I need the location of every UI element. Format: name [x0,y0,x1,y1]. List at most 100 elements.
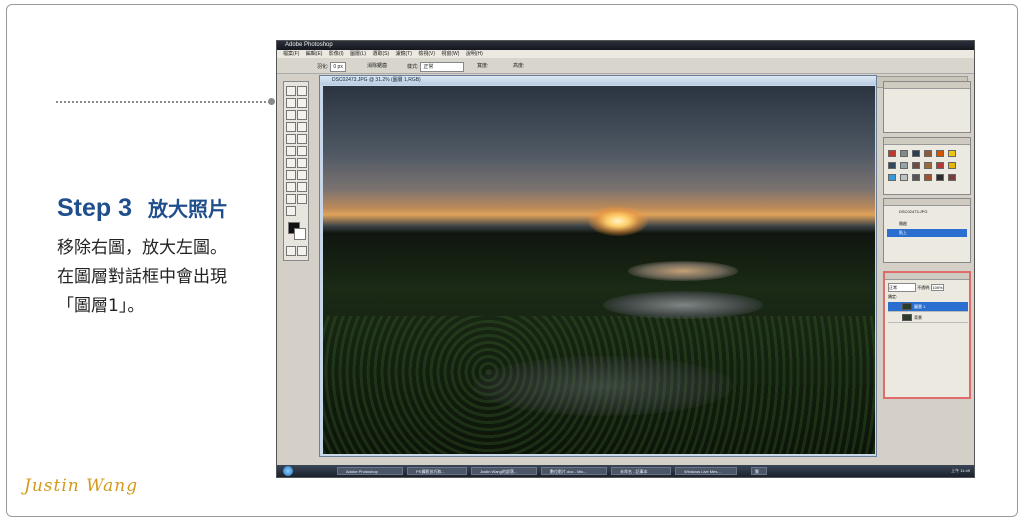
height-field: 高度: [513,63,525,69]
swatch[interactable] [936,174,944,181]
step-description: 移除右圖，放大左圖。 在圖層對話框中會出現 「圖層1」。 [57,234,272,321]
layer-row-layer1[interactable]: 圖層 1 [888,302,968,312]
stamp-tool-icon[interactable] [297,122,307,132]
swatch[interactable] [912,162,920,169]
swatches-palette [883,137,971,195]
background-color-swatch[interactable] [294,228,306,240]
navigator-palette [883,81,971,133]
taskbar-item[interactable]: Justin Wang的部落... [471,467,537,475]
menu-filter[interactable]: 濾鏡(T) [396,51,412,57]
sunset-photo-canvas[interactable] [323,86,875,454]
layers-options: 正常 不透明: 100% [888,283,944,292]
history-brush-tool-icon[interactable] [286,134,296,144]
opacity-input[interactable]: 100% [931,284,944,291]
taskbar-item-photoshop[interactable]: Adobe Photoshop [337,467,403,475]
pointer-dot [268,98,275,105]
screen-mode-icon[interactable] [297,246,307,256]
menu-layer[interactable]: 圖層(L) [350,51,366,57]
swatch[interactable] [900,150,908,157]
palette-header[interactable] [884,82,970,89]
feather-field: 羽化: 0 px [317,62,346,72]
pen-tool-icon[interactable] [297,170,307,180]
window-title: Adobe Photoshop [277,41,974,50]
shape-tool-icon[interactable] [286,182,296,192]
blend-mode-select[interactable]: 正常 [888,283,916,292]
swatch[interactable] [936,162,944,169]
step-title: 放大照片 [148,197,229,221]
swatch[interactable] [888,174,896,181]
slice-tool-icon[interactable] [297,110,307,120]
lock-label: 鎖定: [888,294,898,299]
menu-help[interactable]: 說明(H) [466,51,483,57]
moss-texture [323,316,875,454]
swatch[interactable] [936,150,944,157]
ime-indicator[interactable]: 繁 [751,467,767,475]
tidal-pool [603,291,763,319]
swatch[interactable] [900,174,908,181]
menu-bar: 檔案(F) 編輯(E) 影像(I) 圖層(L) 選取(S) 濾鏡(T) 檢視(V… [277,50,974,58]
history-item-paste[interactable]: 貼上 [887,229,967,237]
path-tool-icon[interactable] [297,158,307,168]
swatch[interactable] [888,162,896,169]
dodge-tool-icon[interactable] [286,158,296,168]
history-palette: DSC02473.JPG 開啟 貼上 [883,198,971,263]
taskbar-item[interactable]: Windows Live Mes... [675,467,737,475]
taskbar-item[interactable]: 未命名 - 記事本 [611,467,671,475]
hand-tool-icon[interactable] [297,194,307,204]
pointer-dotted-line [56,101,270,103]
swatch[interactable] [912,174,920,181]
style-field: 樣式: 正常 [407,62,465,72]
eraser-tool-icon[interactable] [297,134,307,144]
feather-input[interactable]: 0 px [330,62,346,72]
palette-header[interactable] [884,138,970,145]
menu-select[interactable]: 選取(S) [372,51,389,57]
menu-window[interactable]: 視窗(W) [441,51,459,57]
palette-header[interactable] [885,273,969,280]
layer-row-background[interactable]: 背景 [888,313,968,323]
feather-label: 羽化: [317,64,329,70]
style-select[interactable]: 正常 [420,62,465,72]
step-heading: Step 3 放大照片 [57,193,228,223]
swatch[interactable] [888,150,896,157]
taskbar-item[interactable]: 數位影片.doc - Mic... [541,467,607,475]
swatch[interactable] [900,162,908,169]
antialias-checkbox[interactable]: 消除鋸齒 [367,62,387,70]
menu-view[interactable]: 檢視(V) [418,51,435,57]
swatch[interactable] [924,162,932,169]
marquee-tool-icon[interactable] [286,86,296,96]
gradient-tool-icon[interactable] [286,146,296,156]
swatch[interactable] [924,174,932,181]
brush-tool-icon[interactable] [286,122,296,132]
notes-tool-icon[interactable] [297,182,307,192]
eyedropper-tool-icon[interactable] [286,194,296,204]
palette-header[interactable] [884,199,970,206]
swatch[interactable] [948,174,956,181]
quickmask-icon[interactable] [286,246,296,256]
zoom-tool-icon[interactable] [286,206,296,216]
magic-wand-tool-icon[interactable] [297,98,307,108]
swatch[interactable] [912,150,920,157]
swatch[interactable] [948,162,956,169]
description-line: 移除右圖，放大左圖。 [57,238,227,258]
type-tool-icon[interactable] [286,170,296,180]
description-line: 「圖層1」。 [57,296,145,316]
start-button-icon[interactable] [283,466,293,476]
swatch[interactable] [924,150,932,157]
menu-edit[interactable]: 編輯(E) [306,51,323,57]
options-bar: 羽化: 0 px 消除鋸齒 樣式: 正常 寬度: 高度: [277,58,974,88]
style-label: 樣式: [407,64,419,70]
blur-tool-icon[interactable] [297,146,307,156]
swatch[interactable] [948,150,956,157]
history-snapshot[interactable]: DSC02473.JPG [887,208,967,216]
taskbar-item[interactable]: PS攝影技巧和... [407,467,467,475]
taskbar-clock: 上午 11:49 [951,468,970,473]
lasso-tool-icon[interactable] [286,98,296,108]
layer-thumbnail [902,303,912,310]
move-tool-icon[interactable] [297,86,307,96]
opacity-label: 不透明: [917,285,931,290]
menu-file[interactable]: 檔案(F) [283,51,299,57]
width-field: 寬度: [477,63,489,69]
menu-image[interactable]: 影像(I) [329,51,344,57]
history-item-open[interactable]: 開啟 [887,220,967,228]
crop-tool-icon[interactable] [286,110,296,120]
